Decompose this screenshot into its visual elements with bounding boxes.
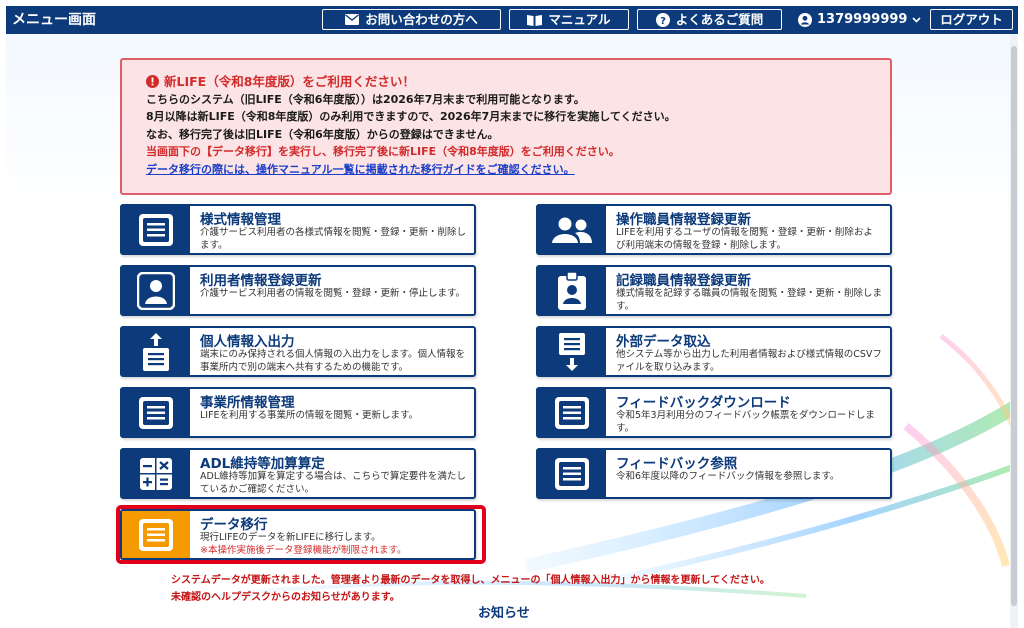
card-icon-box <box>538 450 606 497</box>
menu-card-feedback-download[interactable]: フィードバックダウンロード 令和5年3月利用分のフィードバック帳票をダウンロード… <box>536 387 892 438</box>
migration-guide-link[interactable]: データ移行の際には、操作マニュアル一覧に掲載された移行ガイドをご確認ください。 <box>146 161 890 179</box>
menu-card-recorder-registration[interactable]: 記録職員情報登録更新 様式情報を記録する職員の情報を閲覧・登録・更新・削除します… <box>536 265 892 316</box>
menu-card-user-registration[interactable]: 利用者情報登録更新 介護サービス利用者の情報を閲覧・登録・更新・停止します。 <box>120 265 476 316</box>
menu-card-personal-io[interactable]: 個人情報入出力 端末にのみ保持される個人情報の入出力をします。個人情報を事業所内… <box>120 326 476 377</box>
person-icon <box>137 271 175 310</box>
card-title: 個人情報入出力 <box>200 334 295 350</box>
card-description: 端末にのみ保持される個人情報の入出力をします。個人情報を事業所内で別の端末へ共有… <box>200 349 466 373</box>
manual-button[interactable]: マニュアル <box>509 9 629 30</box>
card-description: 介護サービス利用者の各様式情報を閲覧・登録・更新・削除します。 <box>200 227 467 251</box>
notice-title-row: 新LIFE（令和8年度版）をご利用ください！ <box>146 73 890 91</box>
notice-line: 8月以降は新LIFE（令和8年度版）のみ利用できますので、2026年7月末までに… <box>146 110 676 123</box>
card-icon-box <box>538 267 606 314</box>
card-title: ADL維持等加算算定 <box>200 456 325 472</box>
card-title: 外部データ取込 <box>616 334 711 350</box>
menu-card-office-info[interactable]: 事業所情報管理 LIFEを利用する事業所の情報を閲覧・更新します。 <box>120 387 476 438</box>
contact-label: お問い合わせの方へ <box>365 12 478 27</box>
svg-text:?: ? <box>660 16 666 27</box>
card-description: 他システム等から出力した利用者情報および様式情報のCSVファイルを取り込みます。 <box>616 349 882 373</box>
menu-card-feedback-view[interactable]: フィードバック参照 令和6年度以降のフィードバック情報を参照します。 <box>536 448 892 499</box>
book-icon <box>527 14 543 26</box>
card-description: 令和6年度以降のフィードバック情報を参照します。 <box>616 471 840 482</box>
card-title: 操作職員情報登録更新 <box>616 212 751 228</box>
user-id: 1379999999 <box>817 12 908 27</box>
highlight-box <box>116 505 486 564</box>
card-icon-box <box>538 328 606 375</box>
system-update-message: システムデータが更新されました。管理者より最新のデータを取得し、メニューの「個人… <box>171 575 770 586</box>
card-title: 記録職員情報登録更新 <box>616 273 751 289</box>
menu-card-adl-calculation[interactable]: ADL維持等加算算定 ADL維持等加算を算定する場合は、こちらで算定要件を満たし… <box>120 448 476 499</box>
user-circle-icon <box>798 12 812 27</box>
helpdesk-notice-message: 未確認のヘルプデスクからのお知らせがあります。 <box>171 592 400 603</box>
card-icon-box <box>122 267 190 314</box>
announcements-heading: お知らせ <box>478 606 530 621</box>
scrollbar-thumb[interactable] <box>1011 46 1017 606</box>
user-account-menu[interactable]: 1379999999 <box>798 9 922 30</box>
card-title: 様式情報管理 <box>200 212 281 228</box>
chevron-down-icon <box>912 16 922 23</box>
notice-line: なお、移行完了後は旧LIFE（令和6年度版）からの登録はできません。 <box>146 127 499 141</box>
faq-button[interactable]: ? よくあるご質問 <box>637 9 782 30</box>
card-title: 事業所情報管理 <box>200 395 295 411</box>
envelope-icon <box>345 14 360 25</box>
document-icon <box>555 457 589 490</box>
question-circle-icon: ? <box>655 12 670 27</box>
faq-label: よくあるご質問 <box>675 12 764 27</box>
users-icon <box>552 217 592 243</box>
card-icon-box <box>538 206 606 253</box>
top-header-bar: メニュー画面 お問い合わせの方へ マニュアル ? よくあるご質問 1379999… <box>6 6 1018 34</box>
card-description: LIFEを利用するユーザの情報を閲覧・登録・更新・削除および利用端末の情報を登録… <box>616 227 873 251</box>
card-icon-box <box>122 206 190 253</box>
menu-screen: メニュー画面 お問い合わせの方へ マニュアル ? よくあるご質問 1379999… <box>6 6 1018 628</box>
id-badge-icon <box>558 271 586 310</box>
card-icon-box <box>122 328 190 375</box>
download-doc-icon <box>559 332 585 371</box>
notice-instruction: 当画面下の【データ移行】を実行し、移行完了後に新LIFE（令和8年度版）をご利用… <box>146 145 620 158</box>
card-description: 様式情報を記録する職員の情報を閲覧・登録・更新・削除します。 <box>616 288 883 312</box>
document-icon <box>139 213 173 246</box>
card-description: 令和5年3月利用分のフィードバック帳票をダウンロードします。 <box>616 410 875 434</box>
card-description: 介護サービス利用者の情報を閲覧・登録・更新・停止します。 <box>200 288 466 299</box>
card-icon-box <box>538 389 606 436</box>
card-icon-box <box>122 389 190 436</box>
card-title: フィードバック参照 <box>616 456 738 472</box>
page-title: メニュー画面 <box>12 12 96 28</box>
notice-title: 新LIFE（令和8年度版）をご利用ください！ <box>164 74 415 89</box>
card-description: LIFEを利用する事業所の情報を閲覧・更新します。 <box>200 410 419 421</box>
contact-button[interactable]: お問い合わせの方へ <box>322 9 501 30</box>
card-title: 利用者情報登録更新 <box>200 273 322 289</box>
card-description: ADL維持等加算を算定する場合は、こちらで算定要件を満たしているかご確認ください… <box>200 471 466 495</box>
menu-card-external-import[interactable]: 外部データ取込 他システム等から出力した利用者情報および様式情報のCSVファイル… <box>536 326 892 377</box>
migration-notice-box: 新LIFE（令和8年度版）をご利用ください！ こちらのシステム（旧LIFE（令和… <box>120 58 892 195</box>
upload-clipboard-icon <box>143 332 169 371</box>
calculator-icon <box>140 457 172 490</box>
card-icon-box <box>122 450 190 497</box>
menu-card-operator-registration[interactable]: 操作職員情報登録更新 LIFEを利用するユーザの情報を閲覧・登録・更新・削除およ… <box>536 204 892 255</box>
alert-circle-icon <box>146 75 159 89</box>
document-icon <box>555 396 589 429</box>
document-icon <box>139 396 173 429</box>
notice-line: こちらのシステム（旧LIFE（令和6年度版））は2026年7月末まで利用可能とな… <box>146 92 585 106</box>
manual-label: マニュアル <box>548 12 611 27</box>
logout-button[interactable]: ログアウト <box>930 9 1013 30</box>
card-title: フィードバックダウンロード <box>616 395 791 411</box>
menu-card-form-info[interactable]: 様式情報管理 介護サービス利用者の各様式情報を閲覧・登録・更新・削除します。 <box>120 204 476 255</box>
